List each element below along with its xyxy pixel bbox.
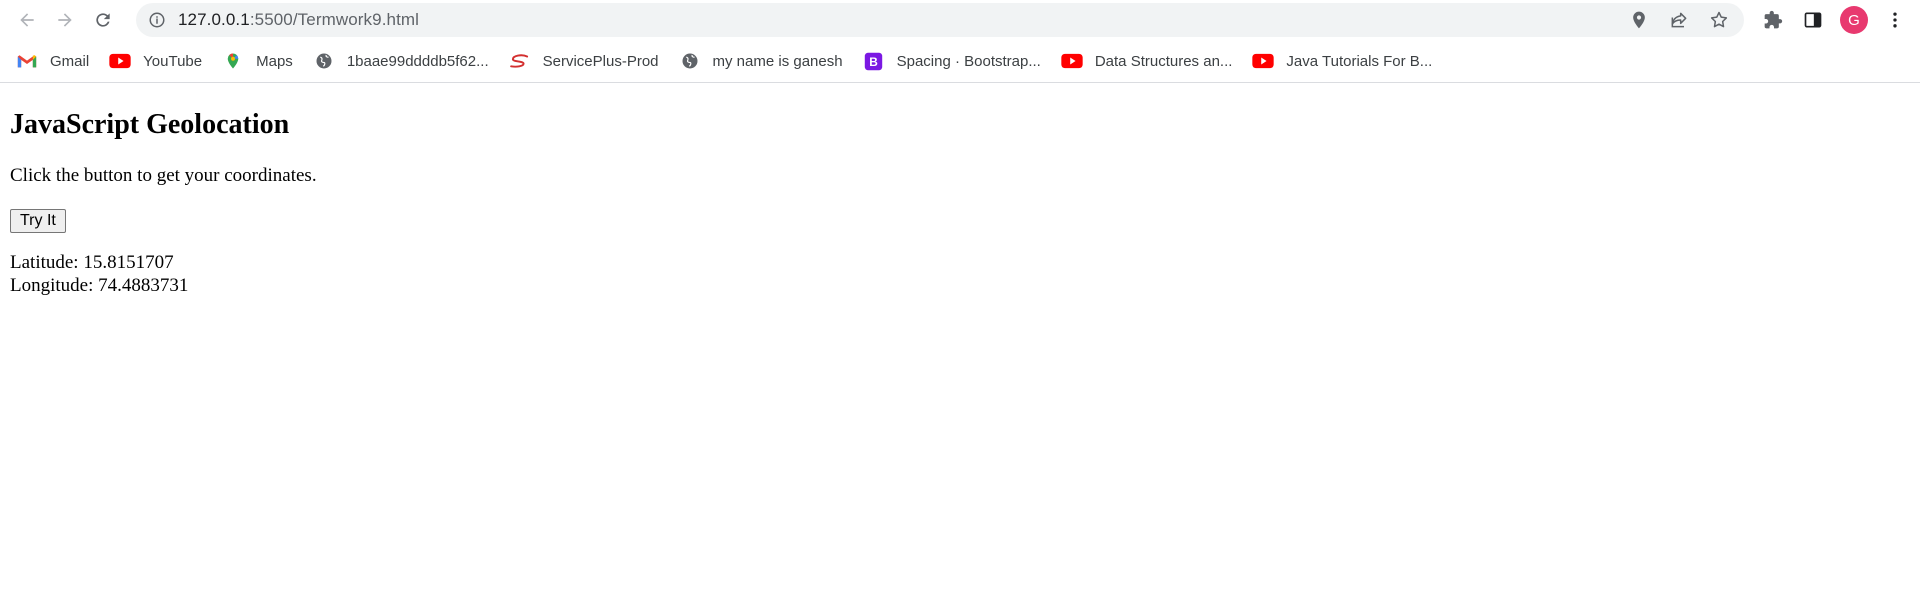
reload-icon [96,13,110,27]
forward-arrow-icon [58,13,72,27]
longitude-text: Longitude: 74.4883731 [10,275,189,296]
globe-icon [679,52,701,70]
browser-toolbar: 127.0.0.1:5500/Termwork9.html G [0,0,1920,40]
reload-button[interactable] [84,1,122,39]
bookmarks-bar: Gmail YouTube Maps 1baae99ddddb5f62... S… [0,40,1920,83]
youtube-icon [1061,52,1083,70]
bookmark-serviceplus[interactable]: ServicePlus-Prod [509,52,659,70]
bookmark-label: Java Tutorials For B... [1286,52,1433,70]
bookmark-data-structures[interactable]: Data Structures an... [1061,52,1233,70]
bookmark-star-icon[interactable] [1706,7,1732,33]
latitude-text: Latitude: 15.8151707 [10,252,174,273]
menu-kebab-icon[interactable] [1882,7,1908,33]
svg-text:B: B [869,54,878,68]
page-content: JavaScript Geolocation Click the button … [0,109,1920,297]
bootstrap-icon: B [863,52,885,70]
instruction-text: Click the button to get your coordinates… [10,165,317,186]
url-text[interactable]: 127.0.0.1:5500/Termwork9.html [178,10,419,30]
forward-button[interactable] [46,1,84,39]
share-icon[interactable] [1666,7,1692,33]
bookmark-label: Gmail [50,52,90,70]
bookmark-label: Spacing · Bootstrap... [896,52,1041,70]
youtube-icon [109,52,131,70]
site-info-icon[interactable] [148,11,166,29]
address-bar[interactable]: 127.0.0.1:5500/Termwork9.html [136,3,1744,37]
page-heading: JavaScript Geolocation [10,109,290,140]
bookmark-bootstrap[interactable]: B Spacing · Bootstrap... [863,52,1041,70]
gmail-icon [16,52,38,70]
bookmark-label: YouTube [143,52,203,70]
bookmark-label: my name is ganesh [712,52,843,70]
bookmark-label: Data Structures an... [1094,52,1233,70]
bookmark-label: ServicePlus-Prod [542,52,659,70]
url-host: 127.0.0.1 [178,10,250,29]
bookmark-label: Maps [256,52,293,70]
bookmark-my-name[interactable]: my name is ganesh [679,52,843,70]
bookmark-maps[interactable]: Maps [222,52,293,70]
url-path: :5500/Termwork9.html [249,10,420,29]
maps-icon [222,52,244,70]
extensions-puzzle-icon[interactable] [1760,7,1786,33]
globe-icon [313,52,335,70]
profile-avatar[interactable]: G [1840,6,1868,34]
bookmark-java-tutorials[interactable]: Java Tutorials For B... [1252,52,1432,70]
try-it-button[interactable]: Try It [10,209,66,233]
bookmark-gmail[interactable]: Gmail [16,52,89,70]
back-arrow-icon [20,13,34,27]
youtube-icon [1252,52,1275,70]
coordinates-output: Latitude: 15.8151707 Longitude: 74.48837… [10,251,1910,297]
location-pin-icon[interactable] [1626,7,1652,33]
bookmark-youtube[interactable]: YouTube [109,52,202,70]
serviceplus-icon [509,52,531,70]
bookmark-1baae[interactable]: 1baae99ddddb5f62... [313,52,489,70]
bookmark-label: 1baae99ddddb5f62... [346,52,489,70]
back-button[interactable] [8,1,46,39]
side-panel-icon[interactable] [1800,7,1826,33]
